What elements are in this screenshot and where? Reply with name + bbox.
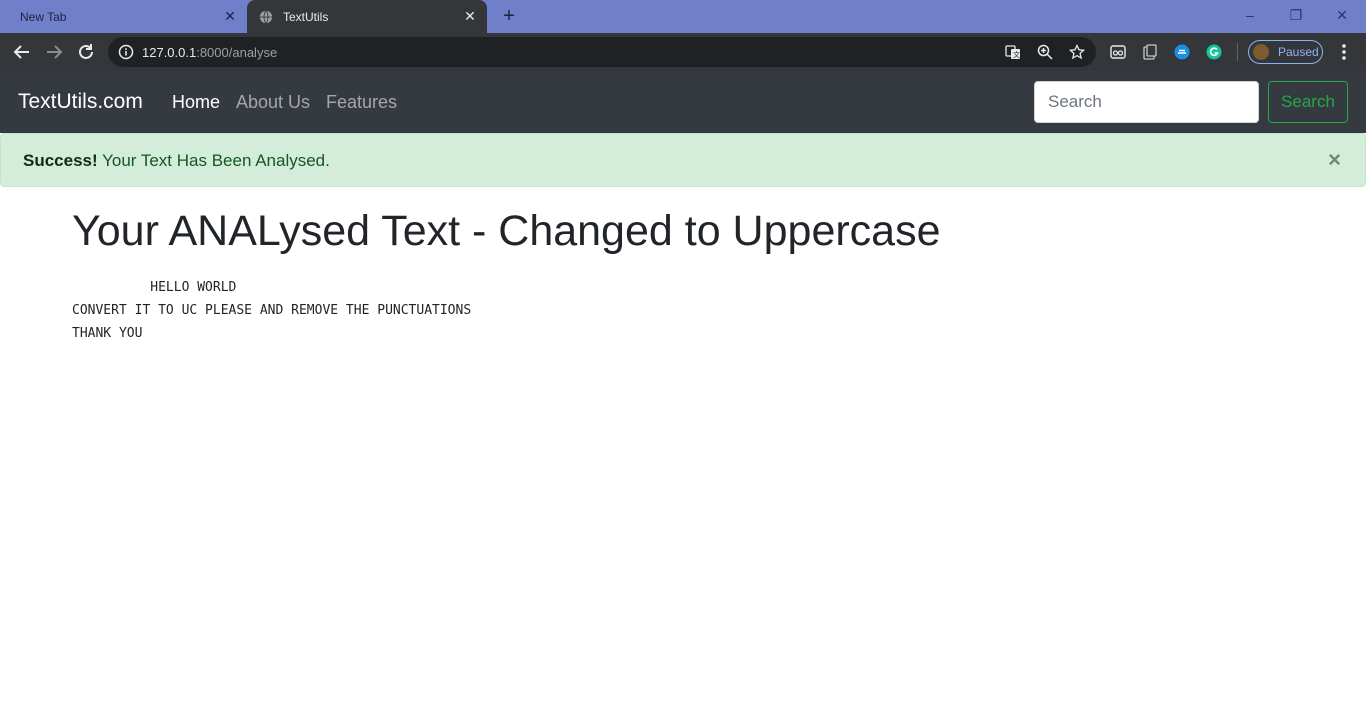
tab-textutils[interactable]: TextUtils ✕ (247, 0, 487, 33)
profile-button[interactable]: Paused (1248, 40, 1323, 64)
url-text: 127.0.0.1:8000/analyse (142, 45, 277, 60)
restore-icon[interactable]: ❐ (1284, 4, 1308, 26)
close-tab-icon[interactable]: ✕ (223, 9, 237, 23)
address-bar[interactable]: 127.0.0.1:8000/analyse 文 (108, 37, 1096, 67)
minimize-icon[interactable]: – (1238, 4, 1262, 26)
close-window-icon[interactable]: ✕ (1330, 4, 1354, 26)
site-navbar: TextUtils.com Home About Us Features Sea… (0, 71, 1366, 133)
url-host: 127.0.0.1 (142, 45, 197, 60)
search-button[interactable]: Search (1268, 81, 1348, 123)
grammarly-icon[interactable] (1206, 44, 1222, 60)
alert-message: Success! Your Text Has Been Analysed. (23, 151, 330, 171)
zoom-icon[interactable] (1037, 44, 1053, 60)
tab-title: TextUtils (283, 9, 329, 24)
more-menu-icon[interactable] (1338, 42, 1350, 62)
profile-status: Paused (1278, 45, 1319, 59)
search-input[interactable] (1034, 81, 1259, 123)
tab-title: New Tab (20, 9, 67, 24)
analysed-text: HELLO WORLD CONVERT IT TO UC PLEASE AND … (72, 280, 472, 341)
alert-strong: Success! (23, 151, 98, 170)
tab-new-tab[interactable]: New Tab ✕ (0, 0, 247, 33)
avatar (1253, 44, 1269, 60)
page-title: Your ANALysed Text - Changed to Uppercas… (72, 207, 941, 255)
svg-text:文: 文 (1013, 50, 1020, 59)
translate-icon[interactable]: 文 (1005, 44, 1021, 60)
toolbar-separator (1237, 43, 1238, 61)
globe-icon (259, 10, 273, 23)
url-path: :8000/analyse (196, 45, 278, 60)
nav-home-link[interactable]: Home (172, 92, 220, 113)
site-brand[interactable]: TextUtils.com (18, 90, 143, 114)
bookmark-star-icon[interactable] (1069, 44, 1085, 60)
close-tab-icon[interactable]: ✕ (463, 9, 477, 23)
nav-about-link[interactable]: About Us (236, 92, 310, 113)
alert-close-icon[interactable]: × (1328, 149, 1341, 171)
notes-extension-icon[interactable] (1142, 44, 1158, 60)
site-info-icon[interactable] (118, 44, 134, 60)
forward-icon[interactable] (43, 41, 65, 63)
back-icon[interactable] (11, 41, 33, 63)
reader-extension-icon[interactable] (1110, 44, 1126, 60)
browser-toolbar: 127.0.0.1:8000/analyse 文 Paused (0, 33, 1366, 71)
reload-icon[interactable] (75, 41, 97, 63)
new-tab-icon[interactable]: + (498, 6, 520, 28)
sync-extension-icon[interactable] (1174, 44, 1190, 60)
nav-features-link[interactable]: Features (326, 92, 397, 113)
alert-body: Your Text Has Been Analysed. (97, 151, 330, 170)
success-alert: Success! Your Text Has Been Analysed. × (0, 133, 1366, 187)
browser-tabstrip: New Tab ✕ TextUtils ✕ + – ❐ ✕ (0, 0, 1366, 33)
